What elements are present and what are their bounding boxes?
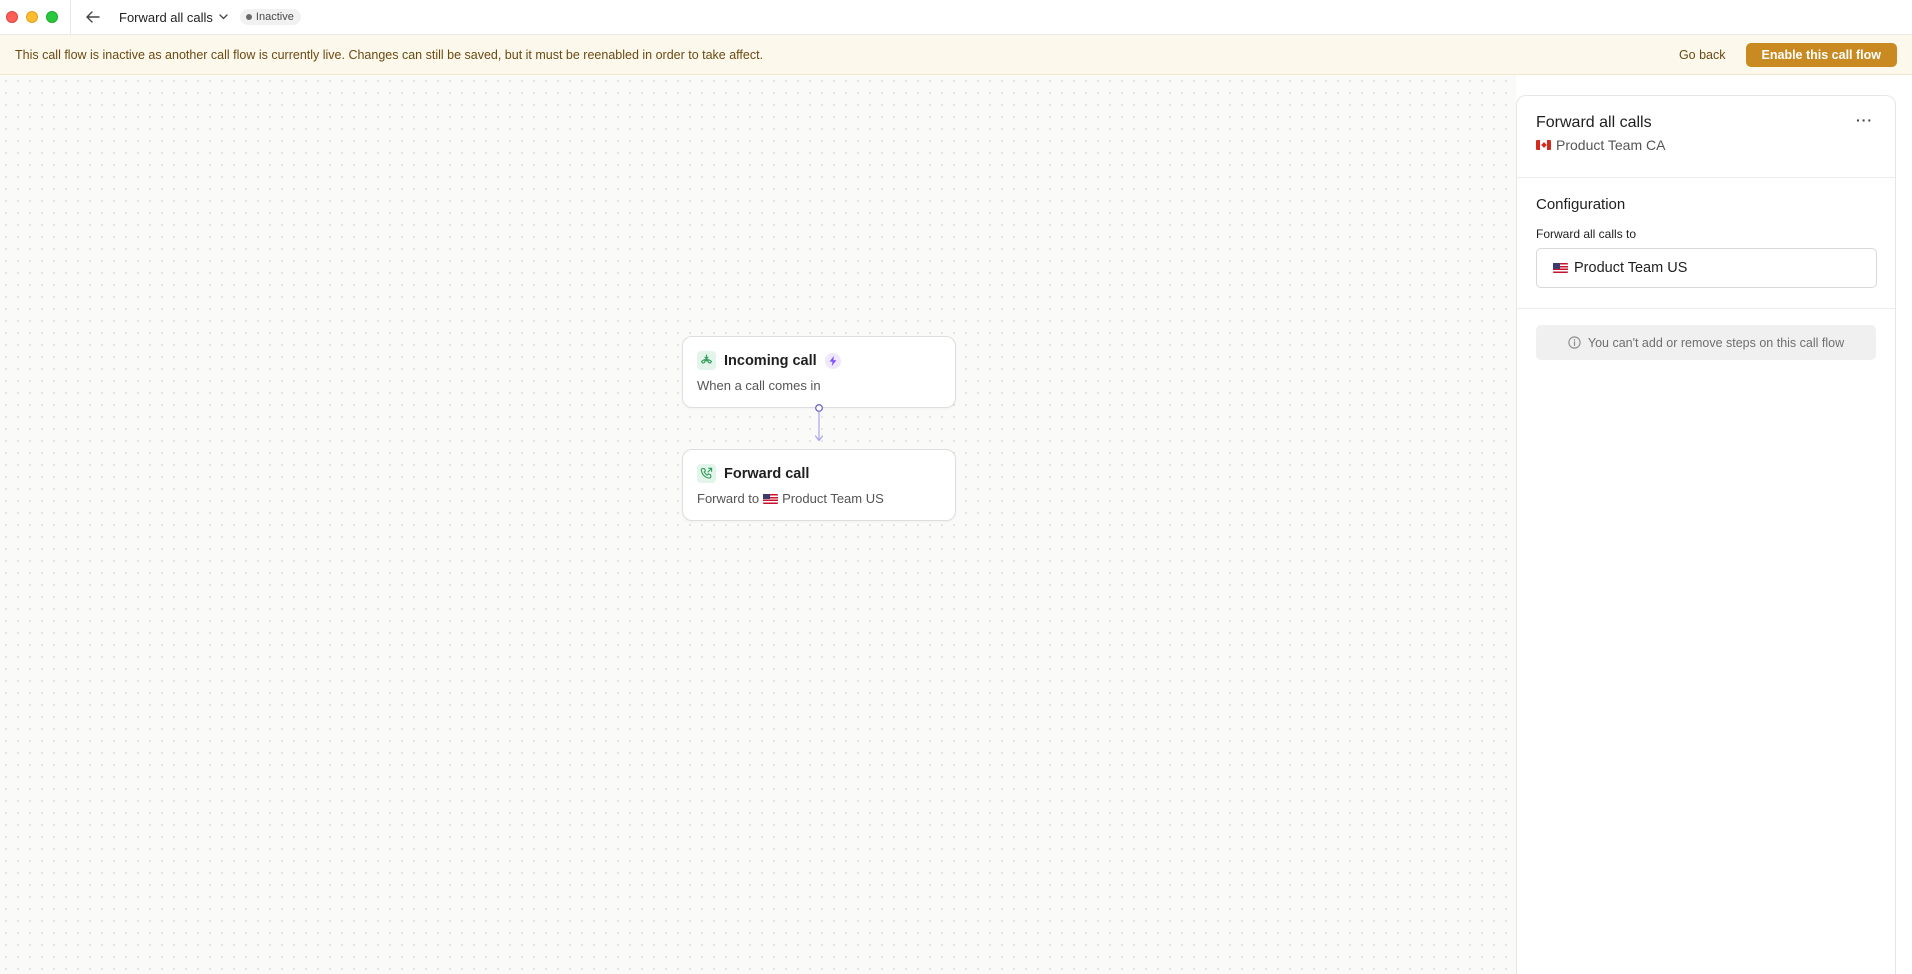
enable-call-flow-button[interactable]: Enable this call flow: [1745, 42, 1897, 67]
configuration-section: Configuration Forward all calls to Produ…: [1517, 178, 1895, 309]
node-header: Incoming call: [697, 351, 941, 370]
forward-to-label: Forward all calls to: [1536, 227, 1637, 241]
lightning-bolt-icon: [824, 352, 841, 369]
notice-text: You can't add or remove steps on this ca…: [1587, 335, 1845, 350]
more-horizontal-icon: ···: [1856, 112, 1873, 128]
maximize-window-button[interactable]: [46, 11, 58, 23]
phone-forward-icon: [697, 464, 716, 483]
canada-flag-icon: [1536, 140, 1551, 150]
forward-call-node[interactable]: Forward call Forward to Product Team US: [682, 449, 956, 521]
banner-message: This call flow is inactive as another ca…: [15, 47, 764, 62]
panel-subtitle-label: Product Team CA: [1556, 137, 1666, 153]
us-flag-icon: [1553, 263, 1568, 273]
forward-to-select[interactable]: Product Team US: [1536, 248, 1877, 288]
incoming-call-icon: [697, 351, 716, 370]
status-badge: Inactive: [239, 9, 301, 25]
status-label: Inactive: [255, 11, 294, 23]
node-header: Forward call: [697, 464, 941, 483]
steps-locked-notice: You can't add or remove steps on this ca…: [1536, 325, 1876, 360]
arrow-left-icon: [86, 11, 100, 23]
forward-to-value: Product Team US: [1574, 260, 1688, 276]
more-options-button[interactable]: ···: [1856, 112, 1873, 128]
window-controls: [6, 11, 58, 23]
us-flag-icon: [763, 493, 779, 504]
title-bar: Forward all calls Inactive: [0, 0, 1912, 35]
forward-target: Product Team US: [782, 491, 884, 506]
panel-title: Forward all calls: [1536, 114, 1652, 131]
node-description: When a call comes in: [697, 378, 941, 393]
close-window-button[interactable]: [6, 11, 18, 23]
panel-header: Forward all calls Product Team CA ···: [1517, 96, 1895, 178]
configuration-heading: Configuration: [1536, 196, 1626, 213]
node-title: Forward call: [724, 465, 810, 482]
panel-subtitle: Product Team CA: [1536, 137, 1876, 153]
node-subtitle: When a call comes in: [697, 378, 821, 393]
title-bar-divider: [70, 0, 71, 35]
inactive-warning-banner: This call flow is inactive as another ca…: [0, 35, 1912, 75]
status-dot: [245, 14, 252, 20]
flow-canvas[interactable]: Incoming call When a call comes in Forwa…: [0, 75, 1516, 974]
node-description: Forward to Product Team US: [697, 491, 941, 506]
back-button[interactable]: [77, 3, 109, 31]
flow-title-dropdown[interactable]: Forward all calls: [119, 10, 228, 25]
chevron-down-icon: [219, 14, 228, 20]
info-icon: [1568, 336, 1581, 349]
node-connector: [814, 404, 824, 442]
incoming-call-node[interactable]: Incoming call When a call comes in: [682, 336, 956, 408]
minimize-window-button[interactable]: [26, 11, 38, 23]
details-panel: Forward all calls Product Team CA ··· Co…: [1516, 95, 1896, 974]
node-title: Incoming call: [724, 352, 817, 369]
go-back-button[interactable]: Go back: [1679, 48, 1726, 62]
flow-title: Forward all calls: [119, 9, 213, 25]
node-subtitle-prefix: Forward to: [697, 491, 760, 506]
